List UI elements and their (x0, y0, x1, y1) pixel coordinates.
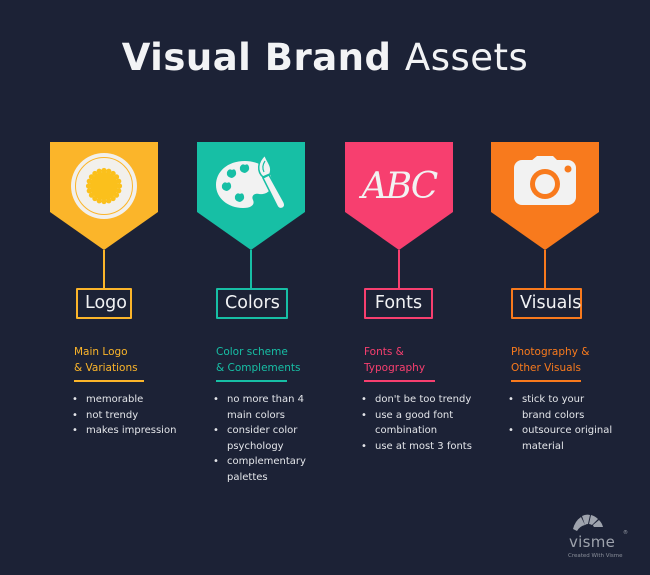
title-light: Assets (404, 36, 529, 79)
title-bold: Visual Brand (121, 36, 392, 79)
page-title: Visual Brand Assets (0, 36, 650, 79)
visuals-subtitle-line1: Photography & (511, 346, 590, 358)
colors-underline (216, 380, 287, 382)
logo-subtitle-line2: & Variations (74, 361, 138, 374)
visuals-underline (511, 380, 581, 382)
fonts-subtitle-line2: Typography (364, 361, 426, 374)
fonts-subtitle: Fonts & Typography (364, 345, 504, 376)
visme-wordmark: visme (569, 533, 616, 551)
abc-text-icon: ABC (361, 165, 439, 207)
logo-label: Logo (76, 288, 132, 319)
colors-subtitle: Color scheme & Complements (216, 345, 356, 376)
list-item: not trendy (71, 408, 211, 424)
colors-subtitle-line1: Color scheme (216, 346, 288, 358)
fonts-bullets: don't be too trendy use a good font comb… (360, 392, 485, 454)
list-item: use at most 3 fonts (360, 439, 485, 455)
logo-banner (50, 142, 158, 250)
colors-subtitle-line2: & Complements (216, 361, 301, 374)
colors-banner (197, 142, 305, 250)
sun-badge-icon (71, 153, 137, 219)
visme-logo-icon (573, 514, 603, 531)
fonts-connector (398, 250, 400, 288)
camera-icon (514, 156, 576, 205)
visuals-subtitle: Photography & Other Visuals (511, 345, 650, 376)
list-item: makes impression (71, 423, 211, 439)
list-item: stick to your brand colors (507, 392, 602, 423)
visuals-connector (544, 250, 546, 288)
visuals-subtitle-line2: Other Visuals (511, 361, 581, 374)
fonts-banner: ABC (345, 142, 453, 250)
colors-connector (250, 250, 252, 288)
paint-palette-icon (216, 153, 286, 210)
list-item: no more than 4 main colors (212, 392, 312, 423)
visuals-bullets: stick to your brand colors outsource ori… (507, 392, 617, 454)
colors-label: Colors (216, 288, 288, 319)
list-item: outsource original material (507, 423, 617, 454)
list-item: consider color psychology (212, 423, 312, 454)
list-item: use a good font combination (360, 408, 460, 439)
fonts-label: Fonts (364, 288, 433, 319)
colors-bullets: no more than 4 main colors consider colo… (212, 392, 312, 485)
list-item: memorable (71, 392, 211, 408)
logo-connector (103, 250, 105, 288)
list-item: don't be too trendy (360, 392, 485, 408)
visuals-banner (491, 142, 599, 250)
logo-bullets: memorable not trendy makes impression (71, 392, 211, 439)
registered-mark: ® (623, 530, 628, 536)
logo-subtitle-line1: Main Logo (74, 346, 128, 358)
list-item: complementary palettes (212, 454, 312, 485)
fonts-subtitle-line1: Fonts & (364, 346, 404, 358)
visuals-label: Visuals (511, 288, 582, 319)
fonts-underline (364, 380, 435, 382)
logo-subtitle: Main Logo & Variations (74, 345, 214, 376)
visme-tagline: Created With Visme (568, 553, 623, 559)
logo-underline (74, 380, 144, 382)
